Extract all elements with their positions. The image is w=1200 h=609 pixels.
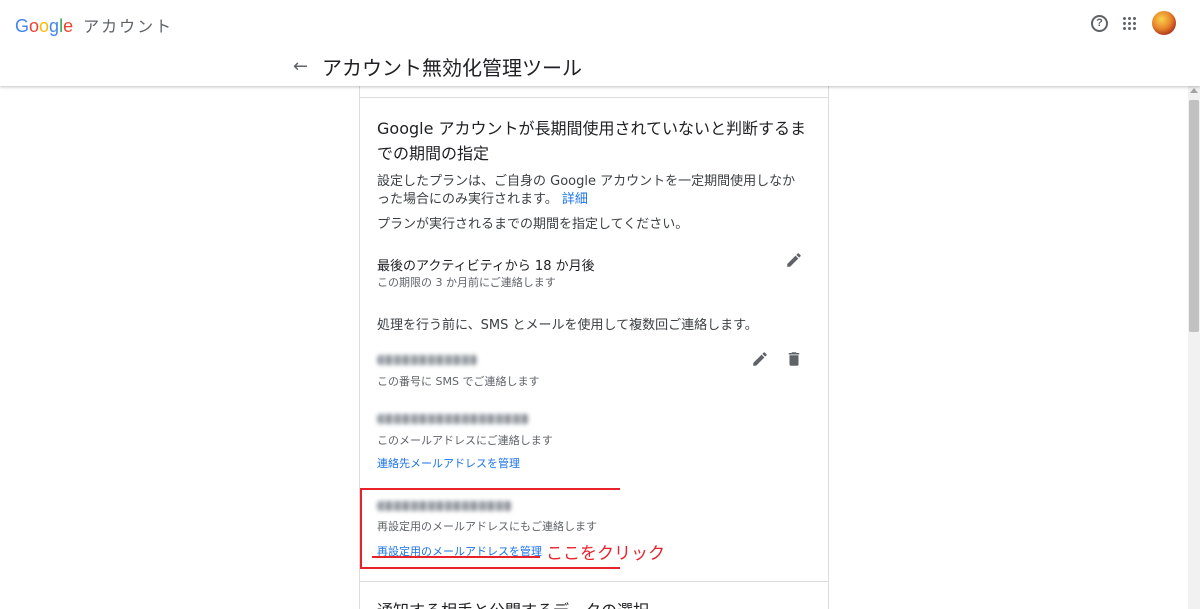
logo-letter: g	[49, 16, 60, 36]
card-divider	[359, 581, 829, 582]
page: Google アカウントが長期間使用されていないと判断するまでの期間の指定 設定…	[0, 0, 1200, 609]
logo-letter: o	[29, 16, 40, 36]
top-app-bar: Google アカウント ? ← アカウント無効化管理ツール	[0, 0, 1200, 86]
logo-letter: e	[63, 16, 74, 36]
edit-phone-pencil-icon[interactable]	[751, 350, 769, 368]
inactivity-period: 最後のアクティビティから 18 か月後	[377, 259, 595, 274]
annotation-note: ここをクリック	[546, 544, 665, 564]
learn-more-link[interactable]: 詳細	[562, 192, 588, 207]
contact-email-redacted	[377, 414, 529, 424]
email-note: このメールアドレスにご連絡します	[377, 434, 553, 447]
annotation-underline	[372, 556, 540, 558]
scroll-up-arrow-icon[interactable]	[1190, 88, 1198, 93]
phone-note: この番号に SMS でご連絡します	[377, 375, 540, 388]
logo-letter: G	[15, 16, 30, 36]
logo-letter: o	[39, 16, 50, 36]
phone-number-redacted	[377, 355, 477, 365]
scrollbar-thumb[interactable]	[1189, 100, 1199, 332]
arrow-back-icon[interactable]: ←	[293, 56, 308, 77]
product-name: アカウント	[83, 19, 174, 36]
delete-phone-trash-icon[interactable]	[785, 350, 803, 368]
next-section-heading: 通知する相手と公開するデータの選択	[377, 597, 649, 609]
page-title: アカウント無効化管理ツール	[322, 56, 582, 80]
avatar[interactable]	[1152, 11, 1176, 35]
google-account-logo[interactable]: Google アカウント	[15, 13, 173, 37]
edit-period-pencil-icon[interactable]	[785, 251, 803, 269]
question-circle-icon[interactable]: ?	[1091, 15, 1108, 32]
instruction-text: プランが実行されるまでの期間を指定してください。	[377, 217, 689, 232]
period-note: この期限の 3 か月前にご連絡します	[377, 276, 556, 289]
section-description: 設定したプランは、ご自身の Google アカウントを一定期間使用しなかった場合…	[377, 173, 807, 209]
manage-contact-email-link[interactable]: 連絡先メールアドレスを管理	[377, 455, 520, 471]
section-heading: Google アカウントが長期間使用されていないと判断するまでの期間の指定	[377, 119, 807, 163]
card-divider	[359, 97, 829, 98]
apps-grid-icon[interactable]	[1123, 17, 1137, 31]
process-note: 処理を行う前に、SMS とメールを使用して複数回ご連絡します。	[377, 318, 758, 333]
